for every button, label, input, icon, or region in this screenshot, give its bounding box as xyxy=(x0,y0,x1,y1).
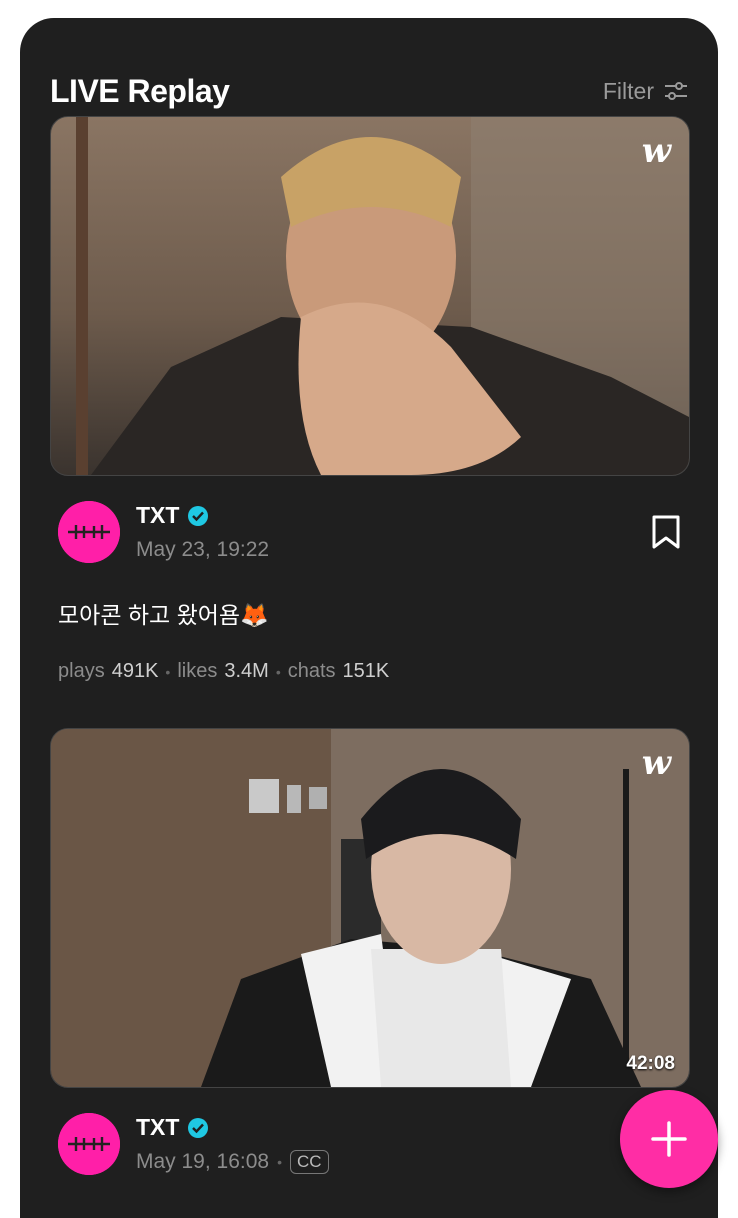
separator-dot: • xyxy=(165,663,171,680)
txt-logo-icon xyxy=(58,501,120,563)
likes-count: 3.4M xyxy=(224,660,269,682)
txt-logo-icon xyxy=(58,1113,120,1175)
separator-dot: • xyxy=(277,1154,282,1170)
video-title[interactable]: 모아콘 하고 왔어욤🦊 xyxy=(58,596,269,630)
post-date: May 23, 19:22 xyxy=(136,538,270,561)
cc-badge: CC xyxy=(290,1150,329,1174)
section-title: LIVE Replay xyxy=(50,72,230,109)
verified-badge-icon xyxy=(188,505,209,526)
channel-name[interactable]: TXT xyxy=(136,502,209,529)
filter-button[interactable]: Filter xyxy=(603,78,688,105)
video-stats: plays 491K • likes 3.4M • chats 151K xyxy=(58,660,390,682)
video-thumbnail[interactable]: w 42:08 xyxy=(50,728,690,1088)
plus-icon xyxy=(651,1121,687,1157)
live-replay-panel: LIVE Replay Filter w TXT May 23, 19:22 모… xyxy=(20,18,718,1218)
separator-dot: • xyxy=(275,663,281,680)
weverse-logo: w xyxy=(641,131,671,171)
verified-badge-icon xyxy=(188,1117,209,1138)
weverse-logo: w xyxy=(641,743,671,783)
sliders-icon xyxy=(665,82,687,100)
thumbnail-image xyxy=(76,117,689,475)
section-header: LIVE Replay Filter xyxy=(50,66,688,116)
filter-label: Filter xyxy=(602,77,654,104)
add-button[interactable] xyxy=(620,1090,718,1188)
chats-count: 151K xyxy=(342,660,390,682)
channel-name[interactable]: TXT xyxy=(136,1114,209,1141)
video-duration: 42:08 xyxy=(626,1053,675,1074)
thumbnail-image xyxy=(51,729,689,1087)
channel-avatar[interactable] xyxy=(58,501,120,563)
plays-count: 491K xyxy=(111,660,159,682)
video-thumbnail[interactable]: w xyxy=(50,116,690,476)
bookmark-icon[interactable] xyxy=(650,514,682,550)
channel-avatar[interactable] xyxy=(58,1113,120,1175)
post-date: May 19, 16:08 • CC xyxy=(136,1150,329,1174)
